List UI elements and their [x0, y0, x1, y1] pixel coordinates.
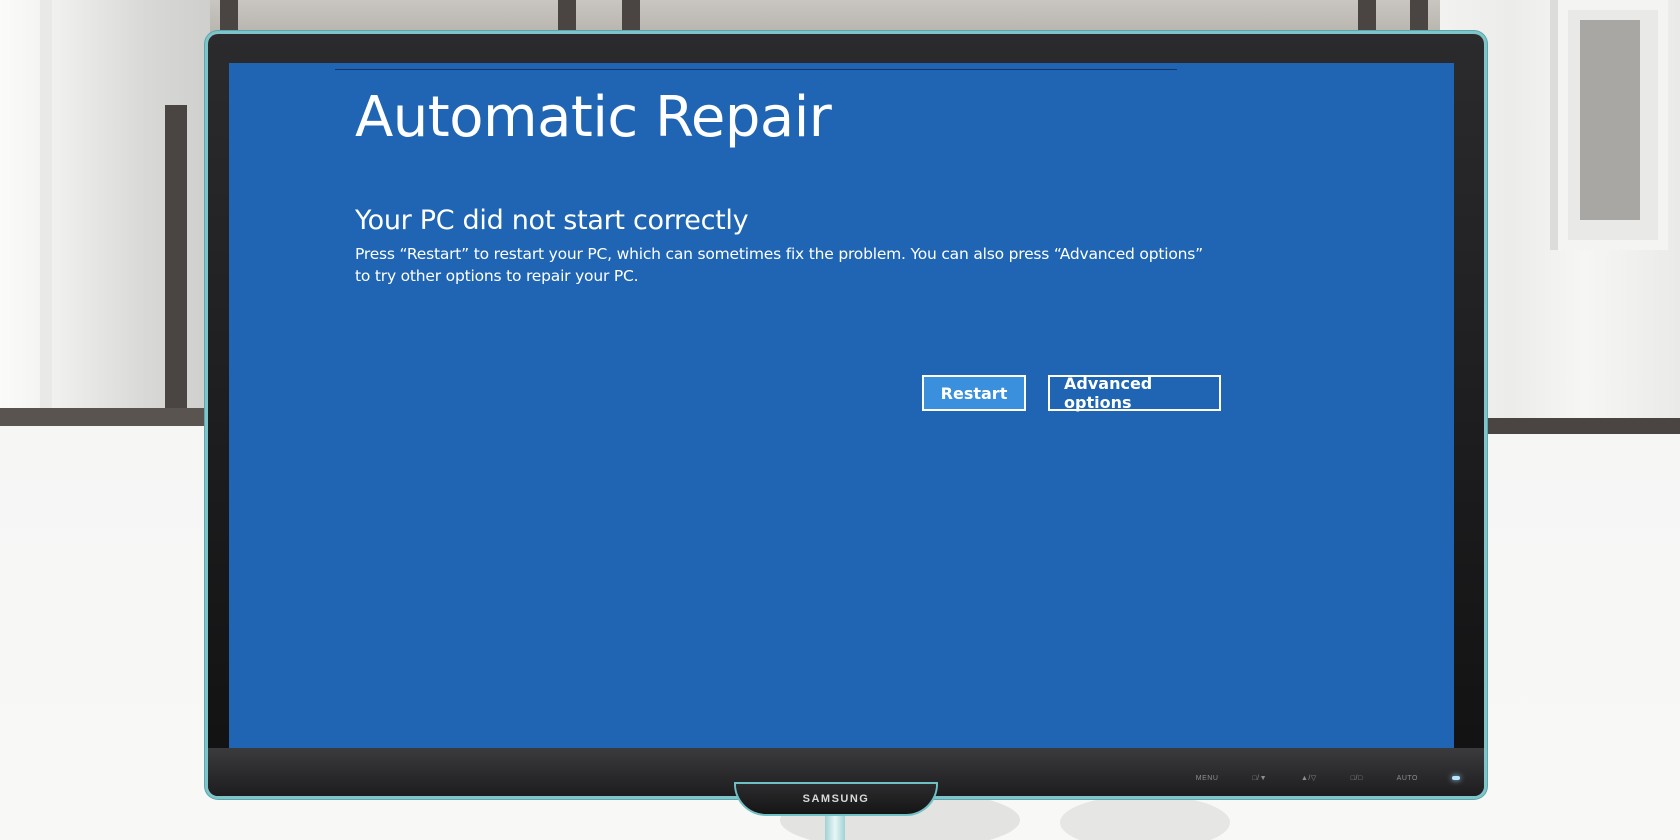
- monitor-controls: MENU □/▼ ▲/▽ □/□ AUTO: [1196, 774, 1460, 782]
- auto-control[interactable]: AUTO: [1397, 775, 1418, 782]
- error-heading: Your PC did not start correctly: [355, 205, 749, 236]
- restart-button[interactable]: Restart: [922, 375, 1026, 411]
- wall-picture: [1580, 20, 1640, 220]
- brand-plate: SAMSUNG: [736, 784, 936, 814]
- top-post: [558, 0, 576, 34]
- left-window-sill: [0, 408, 210, 426]
- top-wall-strip: [210, 0, 1440, 34]
- power-led-icon[interactable]: [1452, 776, 1460, 780]
- menu-control[interactable]: MENU: [1196, 775, 1219, 782]
- top-post: [622, 0, 640, 34]
- brand-logo: SAMSUNG: [802, 793, 870, 805]
- left-window-frame: [165, 105, 187, 410]
- page-title: Automatic Repair: [355, 85, 832, 150]
- adjust-control[interactable]: ▲/▽: [1301, 774, 1317, 782]
- desk-object: [1060, 795, 1230, 840]
- source-control[interactable]: □/▼: [1252, 775, 1267, 782]
- left-window-post: [40, 0, 52, 410]
- picture-control[interactable]: □/□: [1351, 775, 1363, 782]
- top-post: [1410, 0, 1428, 34]
- error-message: Press “Restart” to restart your PC, whic…: [355, 245, 1203, 285]
- top-post: [1358, 0, 1376, 34]
- top-post: [220, 0, 238, 34]
- recovery-screen: Automatic Repair Your PC did not start c…: [229, 63, 1454, 753]
- screen-divider: [335, 69, 1177, 70]
- advanced-options-button[interactable]: Advanced options: [1048, 374, 1221, 412]
- monitor: Automatic Repair Your PC did not start c…: [208, 34, 1484, 814]
